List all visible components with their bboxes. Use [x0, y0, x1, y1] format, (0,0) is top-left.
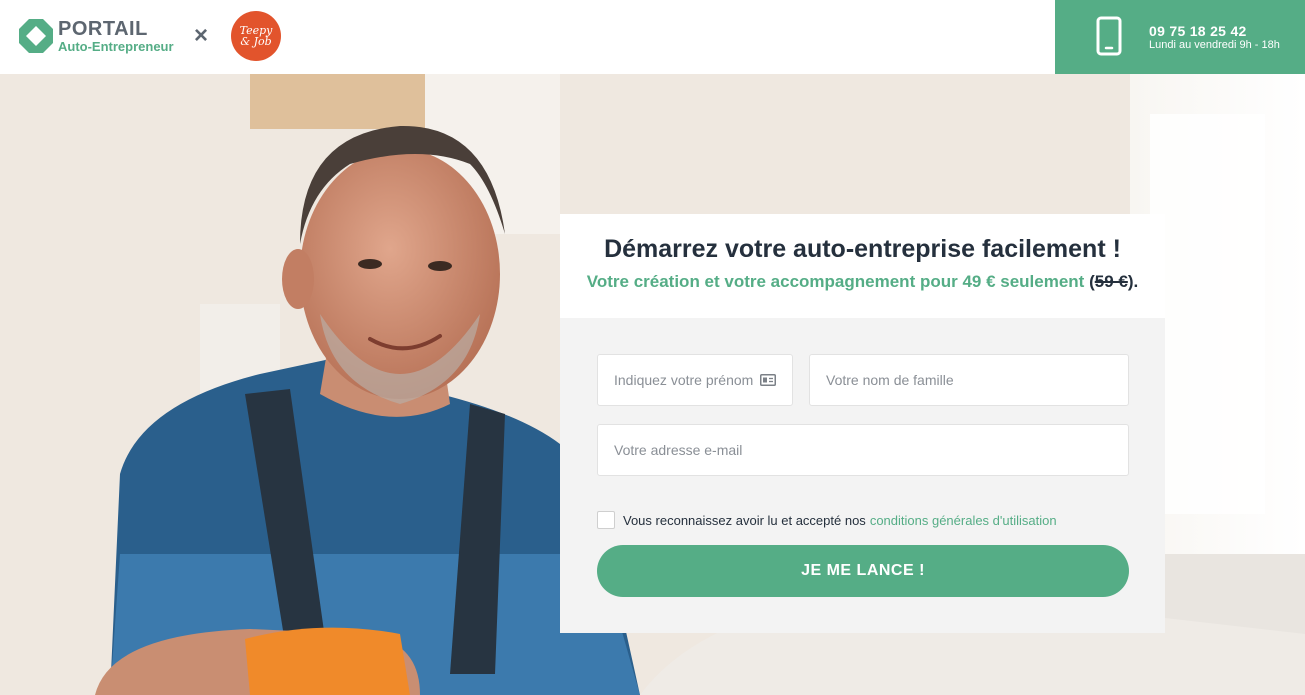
- signup-card-header: Démarrez votre auto-entreprise facilemen…: [560, 214, 1165, 318]
- subtitle-paren-open: (: [1084, 272, 1095, 291]
- submit-button[interactable]: JE ME LANCE !: [597, 545, 1129, 597]
- card-title: Démarrez votre auto-entreprise facilemen…: [604, 235, 1121, 263]
- signup-card: Démarrez votre auto-entreprise facilemen…: [560, 214, 1165, 633]
- teepy-logo-line2: & Job: [240, 35, 272, 48]
- email-field[interactable]: [597, 424, 1129, 476]
- last-name-input[interactable]: [826, 372, 1112, 388]
- card-subtitle: Votre création et votre accompagnement p…: [560, 272, 1165, 292]
- partnership-separator: ×: [194, 22, 209, 49]
- first-name-field[interactable]: [597, 354, 793, 406]
- id-card-icon: [760, 374, 776, 386]
- contact-hours: Lundi au vendredi 9h - 18h: [1149, 39, 1280, 51]
- contact-box[interactable]: 09 75 18 25 42 Lundi au vendredi 9h - 18…: [1055, 0, 1305, 74]
- portail-logo[interactable]: PORTAIL Auto-Entrepreneur: [18, 16, 183, 56]
- terms-link[interactable]: conditions générales d'utilisation: [870, 513, 1057, 528]
- first-name-input[interactable]: [614, 372, 760, 388]
- site-header: PORTAIL Auto-Entrepreneur × Teepy & Job …: [0, 0, 1305, 74]
- signup-form: Vous reconnaissez avoir lu et accepté no…: [560, 318, 1165, 633]
- terms-row: Vous reconnaissez avoir lu et accepté no…: [597, 511, 1057, 529]
- logo-title: PORTAIL: [58, 18, 148, 40]
- subtitle-text: Votre création et votre accompagnement p…: [586, 272, 1085, 291]
- old-price: 59 €: [1094, 272, 1128, 291]
- last-name-field[interactable]: [809, 354, 1129, 406]
- logo-subtitle: Auto-Entrepreneur: [58, 39, 174, 54]
- subtitle-paren-close: ).: [1127, 272, 1139, 291]
- teepy-job-logo[interactable]: Teepy & Job: [231, 11, 281, 61]
- terms-label: Vous reconnaissez avoir lu et accepté no…: [623, 512, 866, 528]
- contact-phone-number[interactable]: 09 75 18 25 42: [1149, 23, 1247, 39]
- email-input[interactable]: [614, 442, 1112, 458]
- terms-checkbox[interactable]: [597, 511, 615, 529]
- smartphone-icon: [1096, 16, 1122, 56]
- portail-logo-icon: [19, 19, 53, 53]
